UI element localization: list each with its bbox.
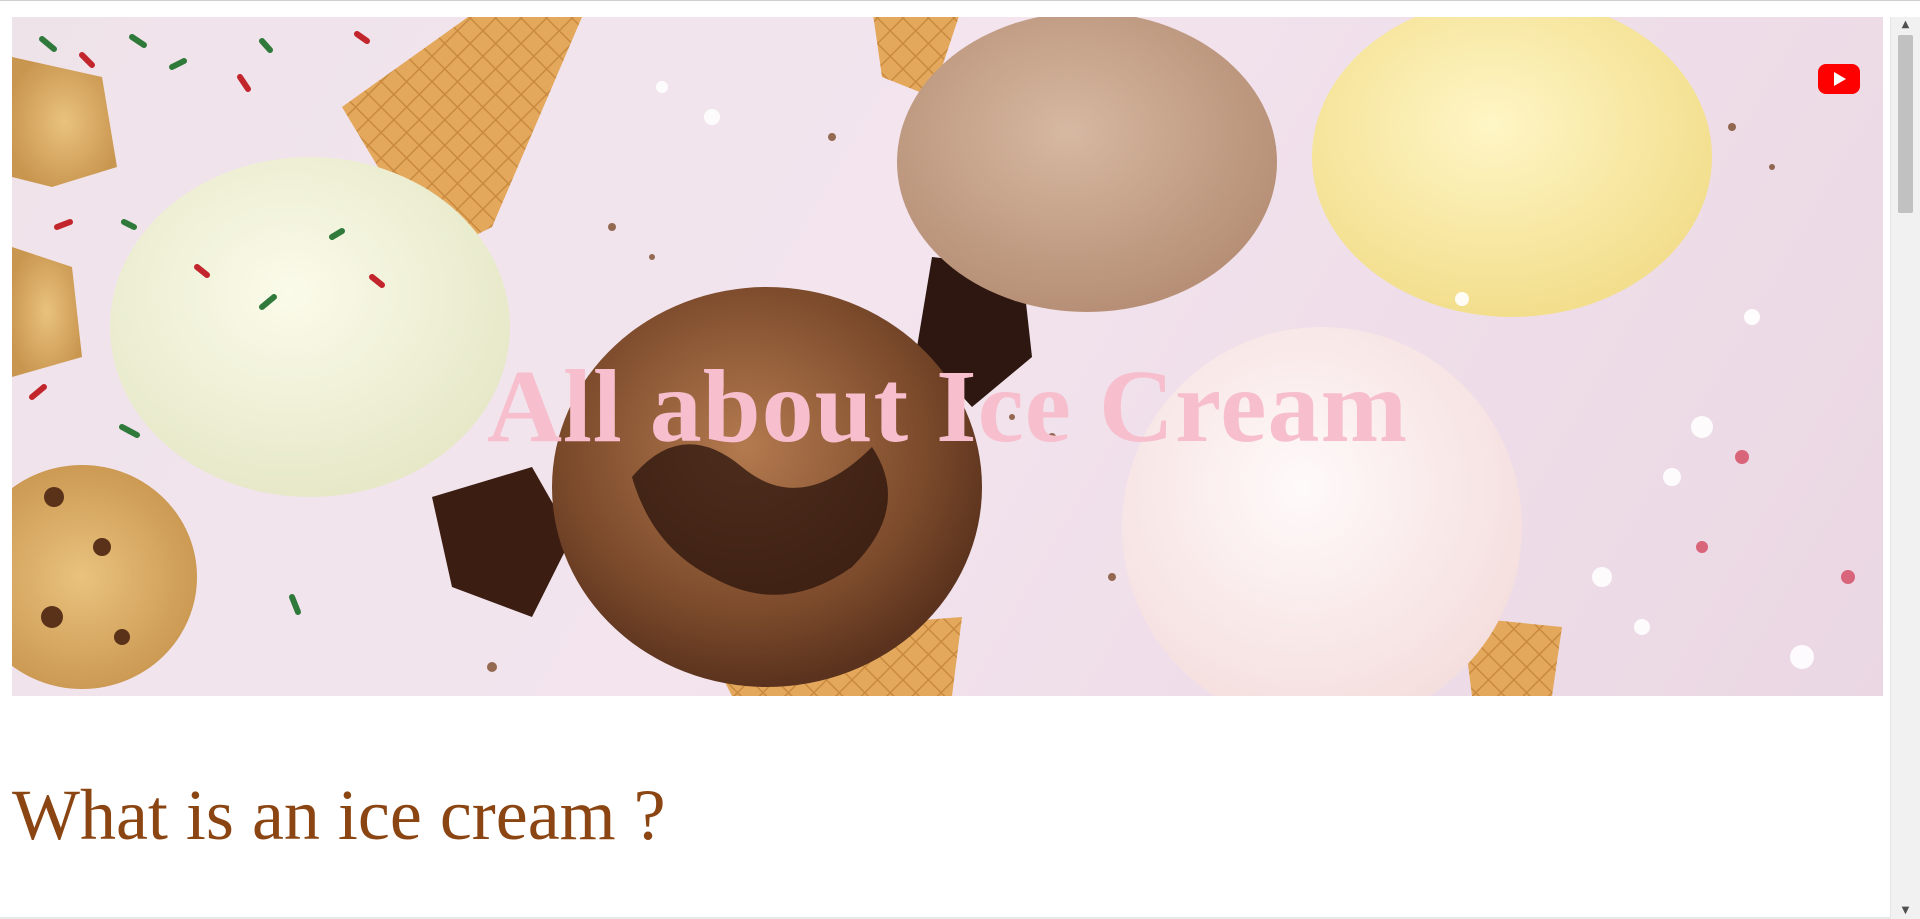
- scroll-up-arrow-icon[interactable]: ▲: [1891, 17, 1920, 33]
- hero-banner: All about Ice Cream: [12, 17, 1883, 696]
- hero-title: All about Ice Cream: [486, 349, 1409, 464]
- window-top-border: [0, 0, 1920, 5]
- scroll-down-arrow-icon[interactable]: ▼: [1891, 903, 1920, 919]
- youtube-play-button[interactable]: [1818, 64, 1860, 94]
- section-title: What is an ice cream ?: [12, 775, 666, 855]
- page: All about Ice Cream What is an ice cream…: [0, 0, 1920, 919]
- scrollbar-thumb[interactable]: [1898, 35, 1913, 213]
- vertical-scrollbar[interactable]: ▲ ▼: [1890, 17, 1920, 919]
- youtube-play-icon: [1818, 64, 1860, 94]
